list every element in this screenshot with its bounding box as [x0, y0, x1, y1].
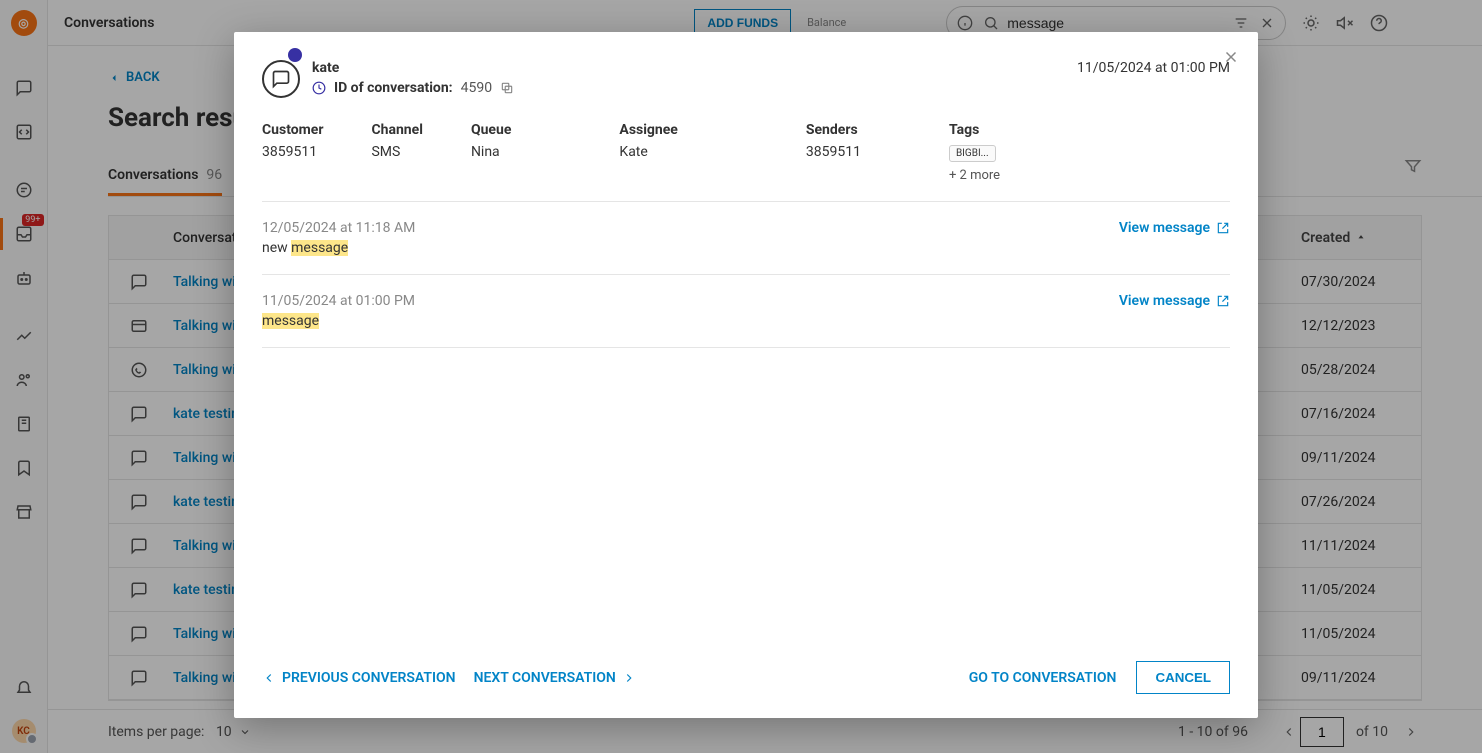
next-conversation-label: NEXT CONVERSATION	[474, 670, 616, 686]
customer-value: 3859511	[262, 144, 323, 160]
conversation-modal: kate ID of conversation: 4590 11/05/2024…	[234, 32, 1258, 718]
goto-conversation-button[interactable]: GO TO CONVERSATION	[969, 670, 1117, 686]
close-icon[interactable]	[1222, 48, 1240, 66]
customer-label: Customer	[262, 122, 323, 138]
cancel-button[interactable]: CANCEL	[1136, 661, 1230, 694]
senders-value: 3859511	[806, 144, 861, 160]
assignee-label: Assignee	[619, 122, 677, 138]
view-message-link[interactable]: View message	[1119, 220, 1230, 236]
message-body: message	[262, 313, 1230, 329]
message-list: 12/05/2024 at 11:18 AM View message new …	[234, 202, 1258, 642]
conversation-icon	[262, 60, 300, 98]
modal-id-label: ID of conversation:	[334, 80, 453, 96]
view-message-link[interactable]: View message	[1119, 293, 1230, 309]
queue-value: Nina	[471, 144, 511, 160]
assignee-value: Kate	[619, 144, 677, 160]
copy-icon[interactable]	[500, 81, 514, 95]
prev-conversation-label: PREVIOUS CONVERSATION	[282, 670, 456, 686]
message-item: 11/05/2024 at 01:00 PM View message mess…	[262, 275, 1230, 348]
clock-icon	[312, 81, 326, 95]
tags-label: Tags	[949, 122, 1000, 138]
modal-timestamp: 11/05/2024 at 01:00 PM	[1077, 60, 1230, 76]
message-timestamp: 12/05/2024 at 11:18 AM	[262, 220, 415, 236]
tags-more[interactable]: + 2 more	[949, 168, 1000, 183]
modal-overlay[interactable]: kate ID of conversation: 4590 11/05/2024…	[0, 0, 1482, 753]
channel-value: SMS	[371, 144, 422, 160]
senders-label: Senders	[806, 122, 861, 138]
prev-conversation-button[interactable]: PREVIOUS CONVERSATION	[262, 670, 456, 686]
next-conversation-button[interactable]: NEXT CONVERSATION	[474, 670, 636, 686]
queue-label: Queue	[471, 122, 511, 138]
message-item: 12/05/2024 at 11:18 AM View message new …	[262, 202, 1230, 275]
modal-name: kate	[312, 60, 514, 76]
tag-chip[interactable]: BIGBI...	[949, 145, 996, 162]
channel-label: Channel	[371, 122, 422, 138]
message-body: new message	[262, 240, 1230, 256]
message-timestamp: 11/05/2024 at 01:00 PM	[262, 293, 415, 309]
modal-id-value: 4590	[461, 80, 492, 96]
